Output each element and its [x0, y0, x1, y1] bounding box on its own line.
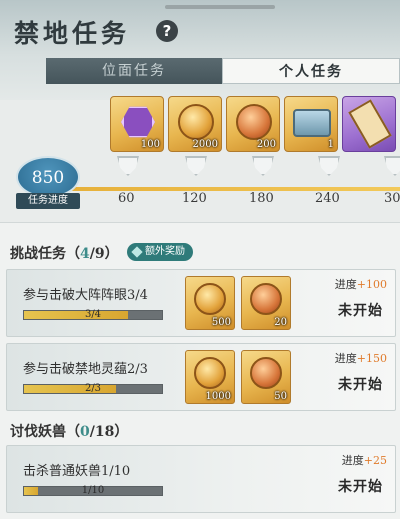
tab-bar: 位面任务 个人任务 [46, 58, 400, 84]
task-name: 参与击破大阵阵眼3/4 [23, 288, 148, 303]
milestone-label: 120 [182, 191, 207, 206]
reward-item[interactable]: 50 [241, 350, 291, 404]
reward-item[interactable] [342, 96, 396, 152]
reward-item[interactable]: 200 [226, 96, 280, 152]
milestone-label: 180 [249, 191, 274, 206]
task-progress-text: 1/10 [81, 485, 105, 496]
milestone-label: 240 [315, 191, 340, 206]
task-progress-label: 任务进度 [16, 193, 80, 209]
purple-crest-icon [121, 106, 155, 138]
task-card[interactable]: 参与击破禁地灵蕴2/3 2/3 1000 50 进度+150 未开始 [6, 343, 396, 411]
reward-item[interactable]: 100 [110, 96, 164, 152]
section-count-open: （ [66, 424, 80, 440]
scroll-icon [348, 99, 392, 149]
milestone-node[interactable] [185, 156, 207, 176]
task-name: 击杀普通妖兽1/10 [23, 464, 131, 479]
page-title: 禁地任务 [14, 19, 131, 48]
task-progress-bar: 2/3 [23, 383, 163, 394]
milestone-label: 30 [384, 191, 400, 206]
task-progress-reward: 进度+25 [342, 452, 387, 468]
reward-item[interactable]: 20 [241, 276, 291, 330]
drag-handle[interactable] [165, 5, 275, 9]
gold-coin-icon [178, 104, 214, 140]
task-status[interactable]: 未开始 [338, 300, 383, 320]
progress-plus: +150 [356, 352, 387, 365]
section-count-current: 4 [80, 246, 90, 262]
milestone-node[interactable] [318, 156, 340, 176]
task-card[interactable]: 参与击破大阵阵眼3/4 3/4 500 20 进度+100 未开始 [6, 269, 396, 337]
progress-plus: +100 [356, 278, 387, 291]
tab-personal-tasks[interactable]: 个人任务 [222, 58, 400, 84]
milestone-label: 60 [118, 191, 135, 206]
task-card[interactable]: 击杀普通妖兽1/10 1/10 进度+25 未开始 [6, 445, 396, 513]
beast-section-title: 讨伐妖兽（0/18） [10, 421, 128, 441]
question-icon[interactable]: ? [156, 20, 178, 42]
task-status[interactable]: 未开始 [338, 374, 383, 394]
reward-qty: 50 [274, 391, 287, 402]
red-coin-icon [250, 357, 282, 389]
reward-item[interactable]: 500 [185, 276, 235, 330]
milestone-node[interactable] [384, 156, 400, 176]
tab-plane-tasks[interactable]: 位面任务 [46, 58, 222, 84]
section-count-current: 0 [80, 424, 90, 440]
gold-coin-icon [194, 283, 226, 315]
progress-plus: +25 [363, 454, 387, 467]
header: 禁地任务 ? 位面任务 个人任务 [0, 0, 400, 100]
task-name: 参与击破禁地灵蕴2/3 [23, 362, 148, 377]
reward-qty: 200 [256, 139, 276, 150]
task-progress-track: 850 任务进度 60 120 180 240 30 [0, 150, 400, 212]
challenge-section-title: 挑战任务（4/9） [10, 243, 119, 263]
reward-qty: 1000 [205, 391, 231, 402]
reward-item[interactable]: 1 [284, 96, 338, 152]
reward-qty: 100 [140, 139, 160, 150]
task-progress-bar: 3/4 [23, 309, 163, 320]
reward-qty: 20 [274, 317, 287, 328]
reward-qty: 2000 [192, 139, 218, 150]
gold-coin-icon [194, 357, 226, 389]
red-coin-icon [236, 104, 272, 140]
section-count-open: （ [66, 246, 80, 262]
progress-label: 进度 [334, 352, 357, 365]
section-title-text: 挑战任务 [10, 246, 66, 262]
task-progress-reward: 进度+100 [335, 276, 387, 292]
section-count-total: /18） [89, 424, 129, 440]
task-progress-text: 2/3 [84, 383, 102, 394]
task-progress-bar: 1/10 [23, 485, 163, 496]
reward-item[interactable]: 1000 [185, 350, 235, 404]
reward-item[interactable]: 2000 [168, 96, 222, 152]
milestone-node[interactable] [117, 156, 139, 176]
section-count-total: /9） [89, 246, 119, 262]
red-coin-icon [250, 283, 282, 315]
bonus-badge[interactable]: 额外奖励 [127, 243, 193, 261]
reward-qty: 1 [327, 139, 334, 150]
milestone-rewards: 100 2000 200 1 [110, 96, 396, 152]
task-progress-value: 850 [16, 156, 80, 198]
task-progress-text: 3/4 [84, 309, 102, 320]
task-panel[interactable]: 挑战任务（4/9） 额外奖励 参与击破大阵阵眼3/4 3/4 500 20 进度… [0, 222, 400, 519]
task-progress-reward: 进度+150 [335, 350, 387, 366]
treasure-chest-icon [293, 109, 331, 137]
task-status[interactable]: 未开始 [338, 476, 383, 496]
progress-label: 进度 [341, 454, 364, 467]
reward-qty: 500 [211, 317, 231, 328]
milestone-node[interactable] [252, 156, 274, 176]
progress-label: 进度 [334, 278, 357, 291]
section-title-text: 讨伐妖兽 [10, 424, 66, 440]
